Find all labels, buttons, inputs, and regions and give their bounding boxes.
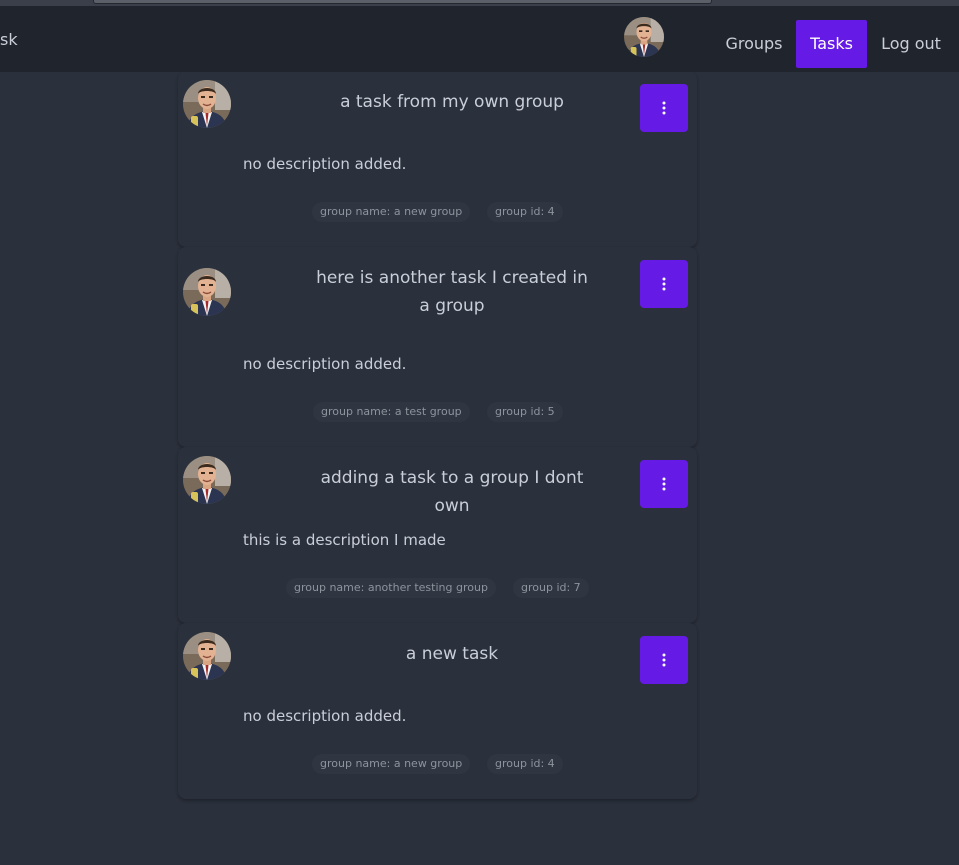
group-id-badge: group id: 5	[487, 402, 563, 422]
task-description: no description added.	[243, 355, 407, 373]
task-avatar-icon	[183, 80, 231, 128]
task-avatar-icon	[183, 456, 231, 504]
task-description: this is a description I made	[243, 531, 446, 549]
task-card: here is another task I created in a grou…	[178, 247, 697, 447]
task-title: a new task	[405, 644, 499, 664]
task-description: no description added.	[243, 707, 407, 725]
task-menu-button[interactable]	[640, 636, 688, 684]
user-avatar-icon[interactable]	[624, 17, 664, 57]
task-title: adding a task to a group I dont own	[320, 468, 584, 516]
task-avatar-icon	[183, 268, 231, 316]
nav-tasks-link[interactable]: Tasks	[796, 20, 867, 68]
group-id-badge: group id: 7	[513, 578, 589, 598]
task-menu-button[interactable]	[640, 260, 688, 308]
nav-logout-link[interactable]: Log out	[875, 20, 947, 68]
nav-groups-link[interactable]: Groups	[718, 20, 790, 68]
task-card: a new task no description added. group n…	[178, 623, 697, 799]
group-name-badge: group name: a test group	[313, 402, 470, 422]
task-title: a task from my own group	[340, 92, 564, 112]
group-name-badge: group name: another testing group	[286, 578, 496, 598]
group-name-badge: group name: a new group	[312, 754, 471, 774]
task-avatar-icon	[183, 632, 231, 680]
group-id-badge: group id: 4	[487, 754, 563, 774]
task-menu-button[interactable]	[640, 84, 688, 132]
task-title: here is another task I created in a grou…	[316, 268, 588, 316]
vertical-dots-icon	[661, 477, 667, 491]
scrollbar-thumb[interactable]	[93, 0, 712, 4]
horizontal-scrollbar[interactable]	[0, 0, 959, 6]
group-name-badge: group name: a new group	[312, 202, 471, 222]
task-card: a task from my own group no description …	[178, 71, 697, 247]
task-menu-button[interactable]	[640, 460, 688, 508]
vertical-dots-icon	[661, 653, 667, 667]
task-card: adding a task to a group I dont own this…	[178, 447, 697, 623]
vertical-dots-icon	[661, 101, 667, 115]
navbar: sk Groups Tasks Log out	[0, 6, 959, 72]
brand-title[interactable]: sk	[0, 30, 18, 49]
group-id-badge: group id: 4	[487, 202, 563, 222]
vertical-dots-icon	[661, 277, 667, 291]
task-description: no description added.	[243, 155, 407, 173]
